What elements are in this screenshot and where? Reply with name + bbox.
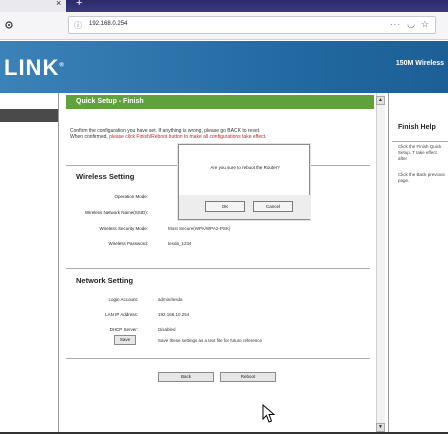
panel-title-bar: Quick Setup - Finish — [66, 95, 374, 109]
reboot-confirm-dialog: Are you sure to reboot the Router? OK Ca… — [178, 144, 311, 220]
section-divider — [66, 268, 370, 269]
more-icon[interactable]: ··· — [390, 20, 401, 29]
address-bar[interactable]: ⓘ 192.168.0.254 ··· ◡ ☆ — [68, 16, 436, 34]
bookmark-star-icon[interactable]: ☆ — [421, 19, 429, 30]
network-section-title: Network Setting — [76, 276, 134, 285]
section-divider — [66, 358, 370, 359]
info-icon[interactable]: ⓘ — [74, 20, 82, 31]
confirm-warning: please click Finish/Reboot button to mak… — [109, 134, 267, 140]
pocket-icon[interactable]: ◡ — [407, 19, 415, 30]
save-note: Save these settings as a text file for f… — [158, 338, 263, 343]
right-divider — [388, 93, 389, 434]
url-text[interactable]: 192.168.0.254 — [89, 21, 127, 27]
login-account-value: admin/tesda — [158, 297, 183, 302]
dialog-cancel-button[interactable]: Cancel — [253, 201, 293, 212]
brand-logo: LINK® — [4, 55, 65, 80]
settings-icon[interactable] — [4, 20, 14, 30]
browser-window: × + ⓘ 192.168.0.254 ··· ◡ ☆ LINK® 150M W… — [0, 0, 448, 434]
reboot-button[interactable]: Reboot — [220, 372, 276, 382]
help-paragraph: Click the Back previous page. — [398, 172, 445, 183]
new-tab-icon[interactable]: + — [76, 0, 82, 9]
help-paragraph: Click the Finish Quick Setup. T take eff… — [398, 144, 442, 161]
dhcp-server-value: Disabled — [158, 327, 176, 332]
confirm-text: Confirm the configuration you have set. … — [70, 128, 374, 140]
router-header: LINK® 150M Wireless — [0, 41, 448, 93]
lan-ip-value: 192.168.10.254 — [158, 312, 190, 317]
panel-scrollbar[interactable] — [376, 93, 385, 434]
security-mode-value: Most Secure(WPA/WPA2-PSK) — [168, 226, 231, 231]
mouse-cursor-icon — [262, 404, 276, 423]
back-button[interactable]: Back — [158, 372, 214, 382]
save-button[interactable]: Save — [114, 335, 136, 345]
left-divider — [58, 93, 59, 434]
tab-strip: × + — [0, 0, 448, 12]
confirm-line: When confirmed, — [70, 134, 108, 140]
left-menu-active-item[interactable] — [0, 109, 58, 122]
tab-router[interactable]: × — [0, 0, 66, 12]
wireless-password-value: tesda_1234 — [168, 241, 192, 246]
panel-title: Quick Setup - Finish — [76, 98, 144, 105]
dialog-message: Are you sure to reboot the Router? — [210, 165, 280, 170]
wireless-section-title: Wireless Setting — [76, 172, 135, 181]
ssid-label: Wireless Network Name(SSID): — [84, 210, 148, 215]
navigation-bar: ⓘ 192.168.0.254 ··· ◡ ☆ — [0, 12, 448, 40]
operation-mode-label: Operation Mode: — [114, 194, 148, 199]
left-menu — [0, 93, 58, 434]
tab-close-icon[interactable]: × — [56, 0, 61, 8]
dialog-ok-button[interactable]: OK — [205, 201, 245, 212]
help-title: Finish Help — [398, 124, 436, 131]
lan-ip-label: LAN IP Address: — [105, 312, 138, 317]
dhcp-server-label: DHCP Server: — [109, 327, 138, 332]
security-mode-label: Wireless Security Mode: — [99, 226, 148, 231]
model-label: 150M Wireless — [395, 60, 444, 67]
login-account-label: Login Account: — [108, 297, 138, 302]
scroll-up-icon[interactable]: ▲ — [376, 96, 385, 105]
wireless-password-label: Wireless Password: — [108, 241, 148, 246]
help-divider — [392, 141, 448, 142]
scroll-down-icon[interactable]: ▼ — [376, 423, 385, 432]
